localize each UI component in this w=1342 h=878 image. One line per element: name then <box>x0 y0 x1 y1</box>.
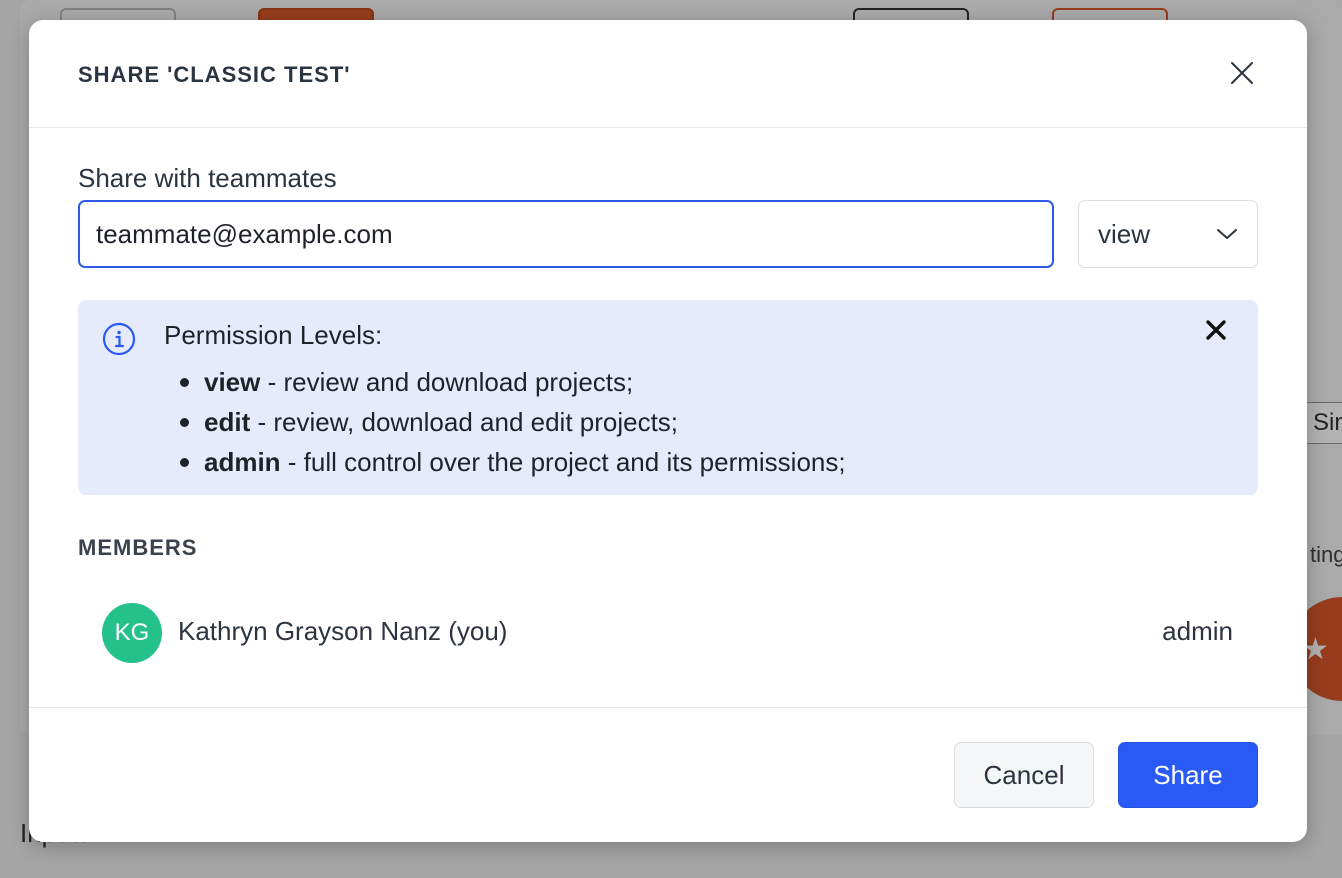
dialog-title: SHARE 'CLASSIC TEST' <box>78 62 351 87</box>
dialog-footer: Cancel Share <box>29 707 1307 843</box>
avatar: KG <box>102 603 162 663</box>
chevron-down-icon <box>1217 229 1237 239</box>
info-icon <box>102 322 136 356</box>
permission-select[interactable]: view <box>1078 200 1258 268</box>
permission-name: view <box>204 367 261 397</box>
permission-description: - review, download and edit projects; <box>250 407 679 437</box>
dialog-header: SHARE 'CLASSIC TEST' <box>29 20 1307 128</box>
email-input[interactable] <box>78 200 1054 268</box>
close-icon <box>1231 62 1253 84</box>
permission-name: edit <box>204 407 251 437</box>
member-name: Kathryn Grayson Nanz (you) <box>178 616 508 646</box>
permission-info-box: Permission Levels: view - review and dow… <box>78 300 1258 495</box>
close-icon <box>1206 320 1226 340</box>
info-close-button[interactable] <box>1202 316 1230 344</box>
close-button[interactable] <box>1229 60 1255 86</box>
permission-description: - review and download projects; <box>260 367 634 397</box>
member-row: KG Kathryn Grayson Nanz (you) admin <box>102 602 1233 664</box>
cancel-button[interactable]: Cancel <box>954 742 1094 808</box>
share-button[interactable]: Share <box>1118 742 1258 808</box>
permission-name: admin <box>204 447 281 477</box>
share-with-teammates-label: Share with teammates <box>78 163 337 193</box>
members-heading: MEMBERS <box>78 535 198 560</box>
share-dialog: SHARE 'CLASSIC TEST' Share with teammate… <box>29 20 1307 842</box>
list-item: admin - full control over the project an… <box>164 442 846 482</box>
permission-levels-list: view - review and download projects; edi… <box>164 362 846 482</box>
permission-select-value: view <box>1098 218 1151 249</box>
info-title: Permission Levels: <box>164 320 383 350</box>
list-item: edit - review, download and edit project… <box>164 402 846 442</box>
permission-description: - full control over the project and its … <box>280 447 846 477</box>
member-role: admin <box>1162 616 1233 646</box>
list-item: view - review and download projects; <box>164 362 846 402</box>
